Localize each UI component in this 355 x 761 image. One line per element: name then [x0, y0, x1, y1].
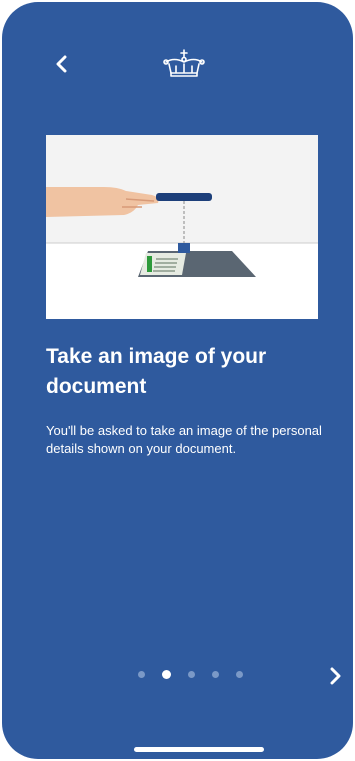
page-dot-active [162, 670, 171, 679]
page-dot [138, 671, 145, 678]
document-scan-illustration [46, 135, 318, 319]
page-dot [236, 671, 243, 678]
back-button[interactable] [50, 52, 74, 76]
crown-icon [163, 49, 205, 77]
page-dot [188, 671, 195, 678]
phone-scanning-document-icon [46, 135, 318, 319]
description-text: You'll be asked to take an image of the … [46, 423, 322, 456]
next-button[interactable] [323, 664, 347, 688]
page-dot [212, 671, 219, 678]
chevron-right-icon [330, 667, 341, 685]
page-title: Take an image of your document [46, 345, 267, 398]
screen: Take an image of your document You'll be… [2, 2, 353, 759]
chevron-left-icon [56, 55, 67, 73]
home-indicator[interactable] [134, 747, 264, 752]
page-indicator [138, 670, 243, 679]
